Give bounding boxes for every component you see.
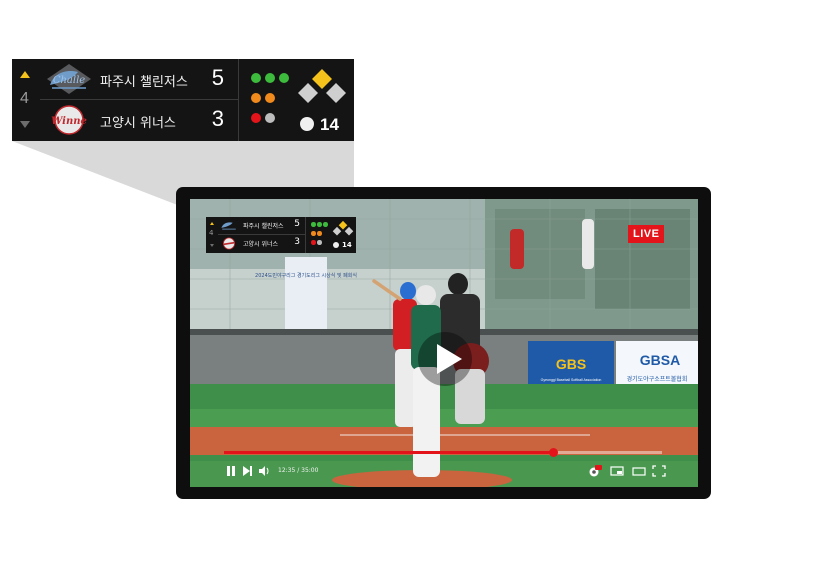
out-dot: [317, 240, 322, 245]
away-team-score: 5: [294, 219, 300, 229]
pitch-count: 14: [320, 115, 339, 134]
home-team-score: 3: [211, 106, 224, 131]
strike-dot: [265, 93, 275, 103]
count-indicator: [238, 59, 295, 141]
inning-number: 4: [20, 90, 29, 107]
out-dot: [311, 240, 316, 245]
volume-icon[interactable]: [258, 465, 270, 477]
second-base: [338, 220, 348, 230]
top-inning-arrow-icon: [210, 222, 214, 225]
away-team-name: 파주시 챌린저스: [100, 75, 188, 90]
sponsor-1-text: GBS: [556, 356, 586, 372]
time-display: 12:35 / 35:00: [278, 467, 319, 474]
ball-dot: [251, 73, 261, 83]
away-team-name: 파주시 챌린저스: [243, 223, 284, 230]
progress-fill: [224, 451, 553, 454]
inning-number: 4: [209, 229, 214, 237]
svg-text:Challe: Challe: [53, 75, 85, 86]
sponsor-2-subtext: 경기도야구소프트볼협회: [627, 375, 688, 383]
progress-handle[interactable]: [548, 448, 558, 457]
pause-icon[interactable]: [226, 465, 236, 477]
bottom-inning-arrow-icon: [210, 244, 214, 247]
away-team-row: Challe 파주시 챌린저스 5: [40, 59, 238, 100]
base-diamond-icon: [298, 69, 346, 103]
home-team-name: 고양시 위너스: [243, 241, 279, 248]
strike-dot: [311, 231, 316, 236]
video-player[interactable]: 2024도민야구리그 경기도리그 시상식 및 폐회식 GBS Gyeonggi …: [190, 199, 698, 487]
strike-dot: [317, 231, 322, 236]
away-team-score: 5: [211, 65, 224, 90]
first-base: [326, 83, 346, 103]
out-dot: [265, 113, 275, 123]
winners-logo-icon: Winne: [51, 105, 87, 135]
scoreboard-overlay: 4 파주시 챌린저스 5 고양시 위너스 3 14: [206, 217, 356, 253]
strike-dot: [251, 93, 261, 103]
third-base: [332, 226, 342, 236]
ball-dot: [317, 222, 322, 227]
out-dot: [251, 113, 261, 123]
ball-dot: [265, 73, 275, 83]
banner-text: 2024도민야구리그 경기도리그 시상식 및 폐회식: [255, 272, 357, 279]
third-base: [298, 83, 318, 103]
play-icon[interactable]: [417, 331, 473, 387]
home-team-row: Winne 고양시 위너스 3: [40, 100, 238, 140]
tablet-device: 2024도민야구리그 경기도리그 시상식 및 폐회식 GBS Gyeonggi …: [176, 187, 711, 499]
ball-dot: [279, 73, 289, 83]
next-icon[interactable]: [242, 465, 253, 477]
live-badge: LIVE: [628, 225, 665, 243]
settings-icon[interactable]: [588, 465, 602, 477]
baseball-icon: [333, 242, 339, 248]
fullscreen-icon[interactable]: [652, 465, 666, 477]
home-team-score: 3: [294, 237, 300, 247]
baseball-icon: [300, 117, 314, 131]
base-diamond-icon: [332, 220, 354, 236]
challengers-logo-icon: Challe: [47, 64, 91, 94]
ball-dot: [311, 222, 316, 227]
theater-icon[interactable]: [632, 465, 646, 477]
count-indicator: [305, 217, 331, 253]
inning-indicator: 4: [12, 59, 40, 141]
progress-bar[interactable]: [224, 448, 662, 457]
home-team-name: 고양시 위너스: [100, 116, 176, 131]
winners-logo-icon: [223, 237, 235, 250]
first-base: [344, 226, 354, 236]
second-base: [312, 69, 332, 89]
away-team-row: 파주시 챌린저스 5: [218, 217, 305, 235]
miniplayer-icon[interactable]: [610, 465, 624, 477]
home-team-row: 고양시 위너스 3: [218, 235, 305, 252]
sponsor-2-text: GBSA: [640, 352, 680, 368]
pitch-count: 14: [342, 241, 352, 249]
svg-text:Winne: Winne: [51, 116, 87, 127]
bottom-inning-arrow-icon: [20, 121, 30, 128]
challengers-logo-icon: [221, 222, 236, 230]
top-inning-arrow-icon: [20, 71, 30, 78]
scoreboard-zoomed: 4 Challe 파주시 챌린저스 5 Winne 고양시 위너스 3 14: [12, 59, 354, 141]
ball-dot: [323, 222, 328, 227]
sponsor-1-subtext: Gyeonggi Baseball Softball Association: [541, 378, 602, 382]
